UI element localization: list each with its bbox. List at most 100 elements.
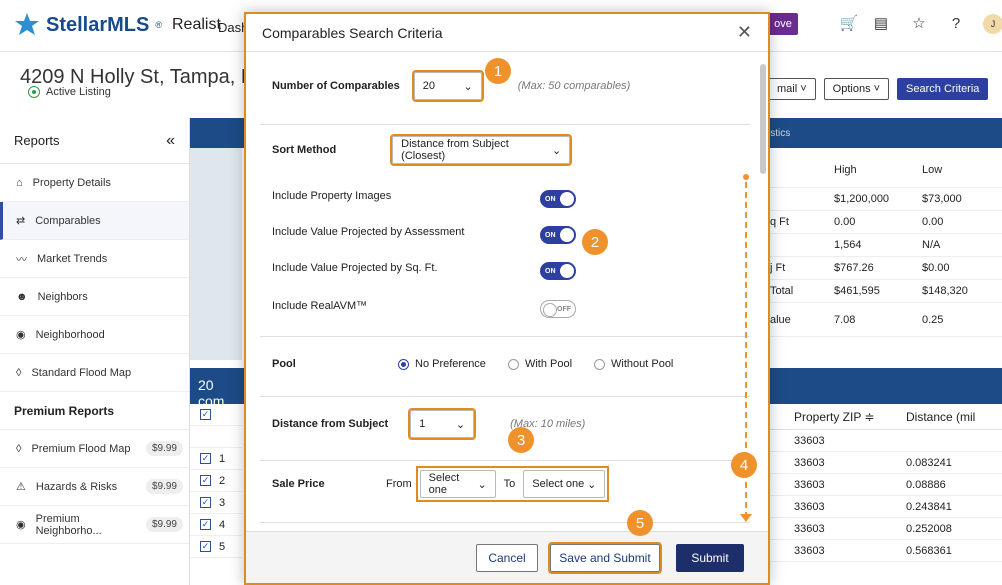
modal-body: Number of Comparables 20 ⌄ (Max: 50 compa… — [246, 52, 760, 532]
table-row: ✓ — [190, 404, 242, 426]
star-logo-icon — [15, 13, 39, 35]
sale-price-from-select[interactable]: Select one ⌄ — [419, 470, 496, 498]
sidebar-item-comparables[interactable]: ⇄ Comparables — [0, 202, 189, 240]
toggle-row: Include Value Projected by Assessment — [272, 226, 464, 238]
approve-button[interactable]: ove — [768, 13, 798, 35]
scroll-arrow-start — [743, 174, 749, 180]
close-icon[interactable]: ✕ — [737, 22, 752, 43]
zip-cell: 33603 — [794, 456, 825, 469]
sidebar-item-flood-map[interactable]: ◊ Standard Flood Map — [0, 354, 189, 392]
table-row: ✓ 3 — [190, 492, 242, 514]
distance-cell: 0.568361 — [906, 544, 952, 557]
pool-option-with-pool[interactable]: With Pool — [507, 358, 572, 370]
scroll-thumb[interactable] — [760, 64, 766, 174]
avatar[interactable]: J — [983, 14, 1002, 34]
number-of-comparables-row: Number of Comparables 20 ⌄ (Max: 50 compa… — [272, 70, 630, 102]
sidebar-item-hazards[interactable]: ⚠ Hazards & Risks $9.99 — [0, 468, 189, 506]
table-row: ✓ 1 — [190, 448, 242, 470]
map-view[interactable] — [190, 148, 242, 360]
toggle-row: Include Property Images — [272, 190, 572, 202]
brand-name: StellarMLS — [46, 13, 150, 36]
stat-label: alue — [770, 313, 791, 326]
sidebar-item-neighbors[interactable]: ☻ Neighbors — [0, 278, 189, 316]
row-number: 1 — [219, 452, 226, 465]
statistics-band: istics — [768, 118, 1002, 148]
email-button[interactable]: mail ˅ — [768, 78, 816, 100]
col-high: High — [834, 163, 857, 176]
row-checkbox[interactable]: ✓ — [200, 453, 211, 464]
row-checkbox[interactable]: ✓ — [200, 475, 211, 486]
toggle-label: Include RealAVM™ — [272, 300, 368, 312]
radio-selected-icon — [398, 358, 409, 370]
modal-scrollbar[interactable] — [758, 54, 766, 532]
sidebar-item-property-details[interactable]: ⌂ Property Details — [0, 164, 189, 202]
num-comps-value: 20 — [422, 80, 435, 92]
stat-low: $0.00 — [922, 262, 950, 274]
chevron-down-icon: ⌄ — [463, 80, 473, 93]
col-zip[interactable]: Property ZIP ≑ — [768, 410, 898, 424]
from-value: Select one — [428, 472, 460, 496]
sqft-toggle[interactable]: ON — [540, 262, 576, 280]
stat-low: $148,320 — [922, 285, 968, 297]
results-band — [768, 368, 1002, 404]
row-checkbox[interactable]: ✓ — [200, 541, 211, 552]
divider — [260, 124, 750, 125]
table-row: 33603 0.243841 — [768, 496, 1002, 518]
distance-cell: 0.243841 — [906, 500, 952, 513]
assessment-toggle[interactable]: ON — [540, 226, 576, 244]
product-name: Realist — [172, 16, 221, 33]
stat-low: 0.25 — [922, 313, 944, 326]
save-and-submit-button[interactable]: Save and Submit — [548, 542, 662, 574]
row-checkbox[interactable]: ✓ — [200, 519, 211, 530]
sidebar-item-neighborhood[interactable]: ◉ Neighborhood — [0, 316, 189, 354]
sidebar-item-label: Standard Flood Map — [31, 366, 132, 379]
row-number: 2 — [219, 474, 226, 487]
distance-row: Distance from Subject 1 ⌄ (Max: 10 miles) — [272, 408, 585, 440]
sidebar-item-label: Neighbors — [37, 290, 88, 303]
sort-method-select[interactable]: Distance from Subject (Closest) ⌄ — [390, 134, 573, 166]
sale-price-to-select[interactable]: Select one ⌄ — [523, 470, 606, 498]
sidebar-item-premium-flood[interactable]: ◊ Premium Flood Map $9.99 — [0, 430, 189, 468]
cart-icon[interactable]: 🛒 — [838, 12, 860, 34]
zip-cell: 33603 — [794, 478, 825, 491]
stat-high: $461,595 — [834, 285, 880, 297]
collapse-icon[interactable]: « — [166, 132, 175, 150]
stellar-logo[interactable]: StellarMLS ® Realist — [14, 12, 221, 38]
distance-label: Distance from Subject — [272, 418, 389, 430]
drop-icon: ◊ — [16, 442, 22, 455]
help-icon[interactable]: ? — [945, 12, 967, 34]
property-images-toggle[interactable]: ON — [540, 190, 576, 208]
num-comps-select[interactable]: 20 ⌄ — [411, 70, 484, 102]
row-checkbox[interactable]: ✓ — [200, 497, 211, 508]
distance-select[interactable]: 1 ⌄ — [408, 408, 477, 440]
status-label: Active Listing — [46, 86, 111, 98]
distance-cell: 0.083241 — [906, 456, 952, 469]
pool-option-no-preference[interactable]: No Preference — [398, 358, 486, 370]
results-header: Property ZIP ≑ Distance (mil — [768, 404, 1002, 430]
pool-row: Pool No Preference With Pool Without Poo… — [272, 358, 695, 370]
stats-row: $1,200,000 $73,000 — [768, 188, 1002, 211]
price-badge: $9.99 — [145, 517, 183, 532]
col-distance[interactable]: Distance (mil — [898, 410, 975, 424]
realavm-toggle[interactable]: OFF — [540, 300, 576, 318]
stats-row: j Ft $767.26 $0.00 — [768, 257, 1002, 280]
sidebar-item-premium-neighborhood[interactable]: ◉ Premium Neighborho... $9.99 — [0, 506, 189, 544]
sidebar-item-label: Comparables — [35, 214, 101, 227]
star-notify-icon[interactable]: ☆ — [908, 12, 930, 34]
sidebar-item-label: Market Trends — [37, 252, 108, 265]
submit-button[interactable]: Submit — [676, 544, 744, 572]
step-badge-5: 5 — [627, 510, 653, 536]
compare-icon: ⇄ — [16, 215, 26, 227]
document-icon[interactable]: ▤ — [870, 12, 892, 34]
pool-option-without-pool[interactable]: Without Pool — [594, 358, 673, 370]
stat-high: 7.08 — [834, 313, 856, 326]
sidebar-item-market-trends[interactable]: 〰 Market Trends — [0, 240, 189, 278]
stat-high: 0.00 — [834, 216, 856, 228]
search-criteria-button[interactable]: Search Criteria — [897, 78, 989, 100]
select-all-checkbox[interactable]: ✓ — [200, 409, 211, 420]
cancel-button[interactable]: Cancel — [476, 544, 538, 572]
trend-icon: 〰 — [16, 253, 27, 266]
stat-low: N/A — [922, 239, 941, 251]
options-button[interactable]: Options ˅ — [823, 78, 890, 100]
toggle-label: Include Property Images — [272, 190, 392, 202]
